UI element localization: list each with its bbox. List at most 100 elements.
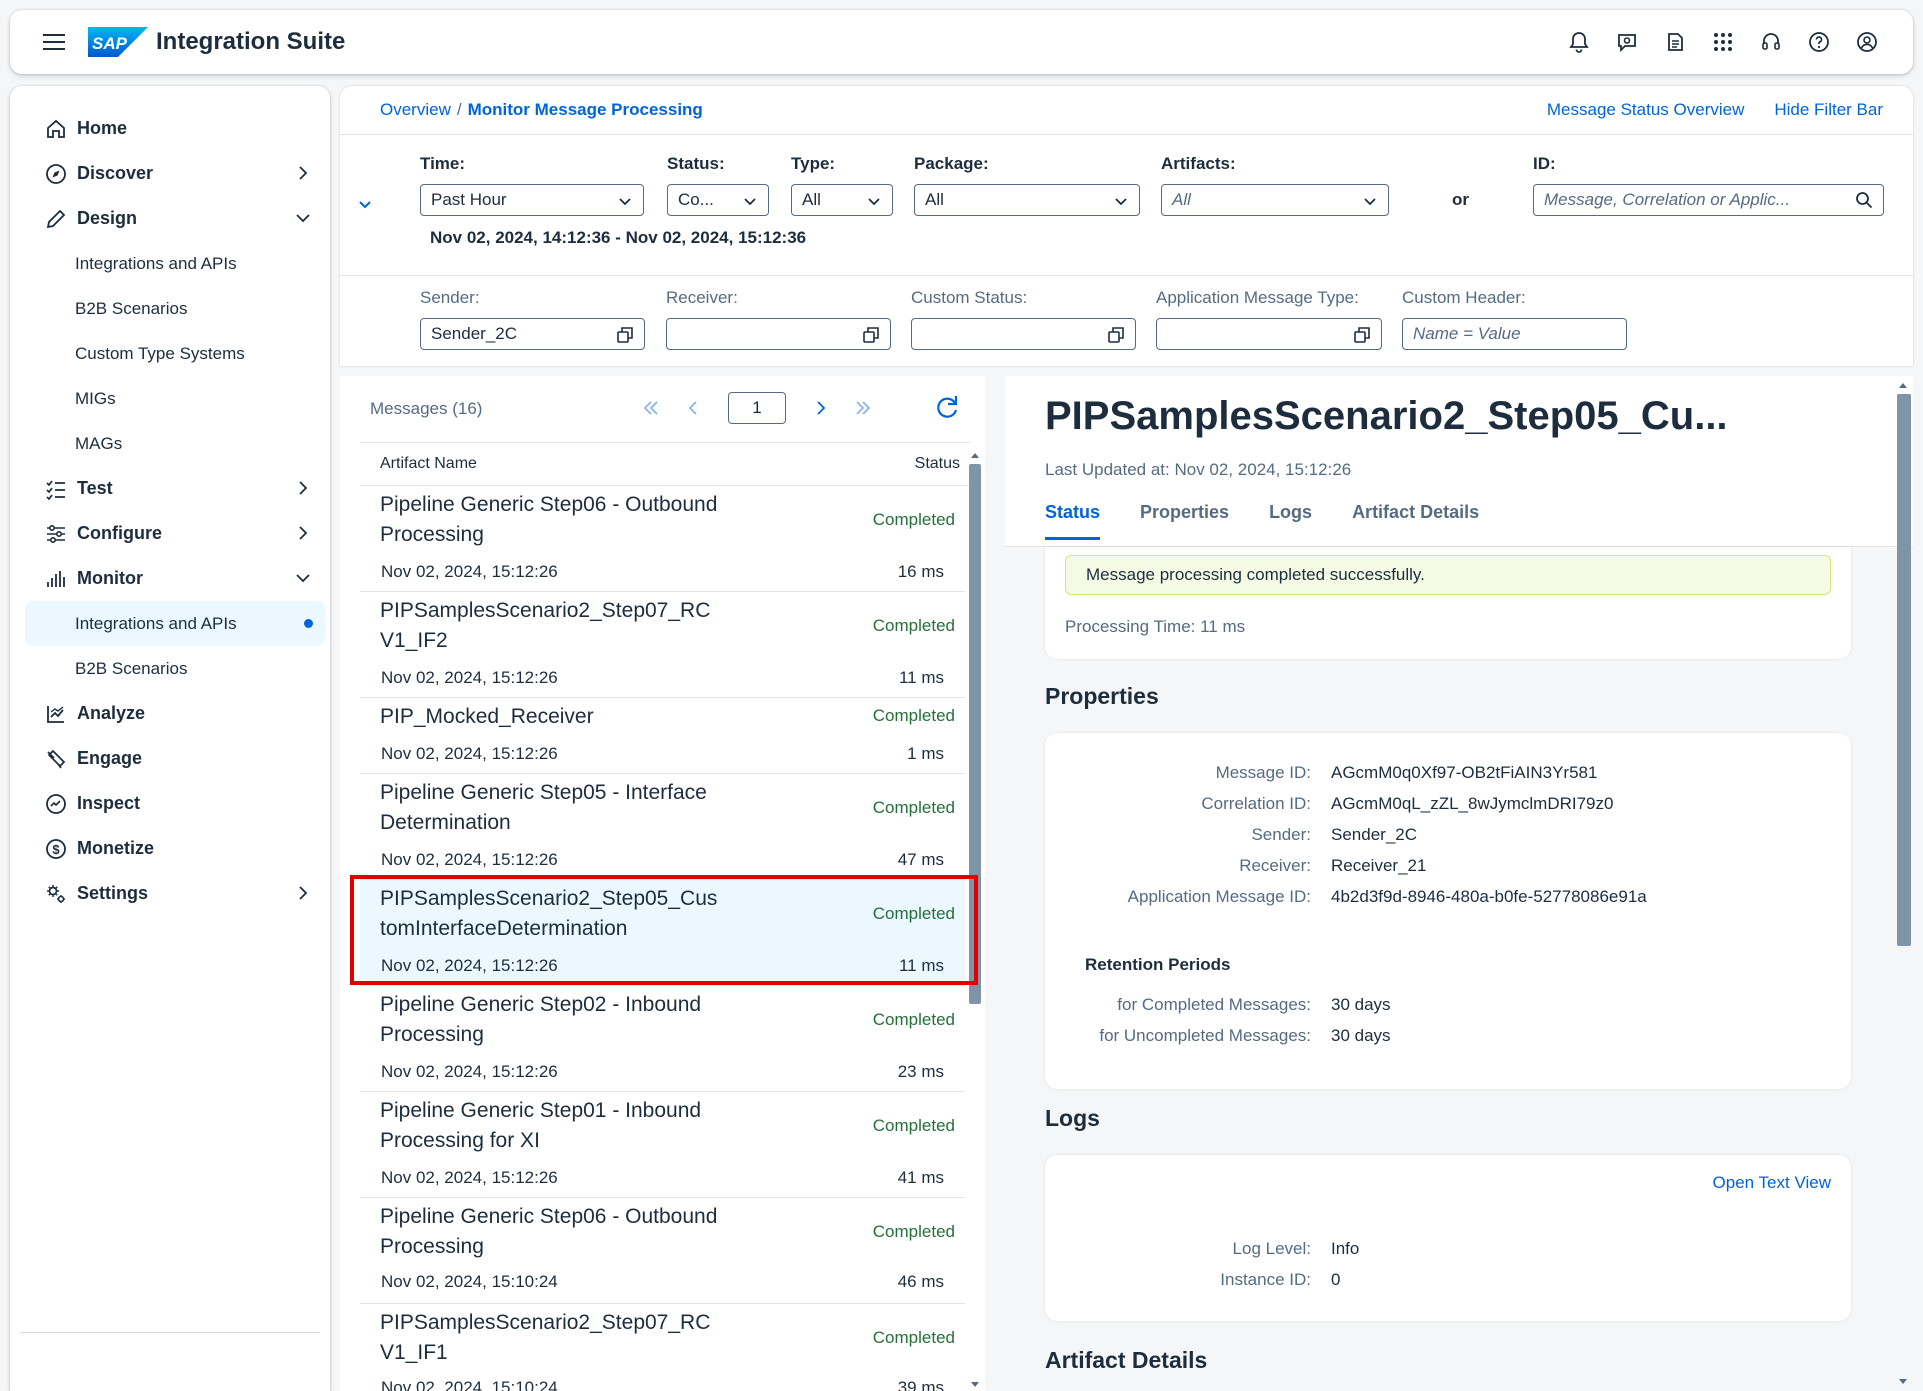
line-chart-icon (43, 701, 69, 727)
chevron-down-icon (1115, 198, 1127, 206)
table-row[interactable]: Pipeline Generic Step01 - Inbound Proces… (360, 1092, 965, 1198)
side-navigation: Home Discover Design Integrations and AP… (10, 86, 330, 1391)
collapse-chevron-icon[interactable] (355, 194, 375, 214)
nav-item-configure[interactable]: Configure (25, 511, 325, 556)
chevron-down-icon (296, 574, 310, 583)
status-select[interactable]: Co... (667, 184, 769, 216)
dollar-icon: $ (43, 836, 69, 862)
scrollbar-thumb[interactable] (1897, 394, 1911, 946)
whats-new-icon[interactable] (1655, 22, 1695, 62)
nav-item-test[interactable]: Test (25, 466, 325, 511)
nav-item-monitor[interactable]: Monitor (25, 556, 325, 601)
logs-card: Open Text View Log Level: Info Instance … (1045, 1155, 1851, 1321)
artifacts-select[interactable]: All (1161, 184, 1389, 216)
value-help-icon[interactable] (616, 326, 634, 344)
custom-header-label: Custom Header: (1402, 288, 1526, 307)
package-label: Package: (914, 154, 989, 173)
table-row[interactable]: PIPSamplesScenario2_Step07_RC V1_IF1 Com… (360, 1304, 965, 1391)
properties-card: Message ID: AGcmM0q0Xf97-OB2tFiAIN3Yr581… (1045, 733, 1851, 1089)
support-icon[interactable] (1751, 22, 1791, 62)
nav-item-monetize[interactable]: $ Monetize (25, 826, 325, 871)
tab-properties[interactable]: Properties (1140, 502, 1229, 540)
table-row[interactable]: PIP_Mocked_Receiver Completed Nov 02, 20… (360, 698, 965, 774)
last-updated-text: Last Updated at: Nov 02, 2024, 15:12:26 (1045, 460, 1352, 479)
nav-item-discover[interactable]: Discover (25, 151, 325, 196)
time-select[interactable]: Past Hour (420, 184, 644, 216)
chevron-down-icon (619, 198, 631, 206)
filter-header: Overview / Monitor Message Processing Me… (340, 86, 1913, 366)
value-help-icon[interactable] (1107, 326, 1125, 344)
nav-sub-migs[interactable]: MIGs (25, 376, 325, 421)
column-artifact-name[interactable]: Artifact Name (380, 455, 477, 473)
engage-icon (43, 746, 69, 772)
value-help-icon[interactable] (862, 326, 880, 344)
feedback-icon[interactable] (1607, 22, 1647, 62)
table-row[interactable]: PIPSamplesScenario2_Step07_RC V1_IF2 Com… (360, 592, 965, 698)
refresh-icon[interactable] (932, 392, 962, 422)
id-search-input[interactable]: Message, Correlation or Applic... (1533, 184, 1884, 216)
nav-sub-mags[interactable]: MAGs (25, 421, 325, 466)
help-icon[interactable] (1799, 22, 1839, 62)
next-page-icon[interactable] (800, 390, 842, 426)
success-message-strip: Message processing completed successfull… (1065, 555, 1831, 595)
nav-item-home[interactable]: Home (25, 106, 325, 151)
custom-status-input[interactable] (911, 318, 1136, 350)
nav-item-settings[interactable]: Settings (25, 871, 325, 916)
receiver-input[interactable] (666, 318, 891, 350)
breadcrumb-overview-link[interactable]: Overview (380, 100, 451, 120)
nav-sub-custom-type-systems[interactable]: Custom Type Systems (25, 331, 325, 376)
retention-periods-title: Retention Periods (1085, 955, 1231, 974)
page-number-input[interactable]: 1 (728, 392, 786, 424)
hide-filter-bar-link[interactable]: Hide Filter Bar (1774, 100, 1883, 120)
nav-sub-design-integrations[interactable]: Integrations and APIs (25, 241, 325, 286)
apps-icon[interactable] (1703, 22, 1743, 62)
list-scrollbar[interactable] (967, 450, 981, 1390)
compass-icon (43, 161, 69, 187)
instance-id-value: 0 (1331, 1270, 1341, 1289)
time-label: Time: (420, 154, 466, 173)
chevron-right-icon (299, 526, 308, 540)
nav-sub-monitor-b2b[interactable]: B2B Scenarios (25, 646, 325, 691)
nav-item-analyze[interactable]: Analyze (25, 691, 325, 736)
sap-logo[interactable]: SAP (88, 27, 148, 57)
value-help-icon[interactable] (1353, 326, 1371, 344)
package-select[interactable]: All (914, 184, 1140, 216)
properties-section-title: Properties (1045, 683, 1159, 709)
table-row-selected[interactable]: PIPSamplesScenario2_Step05_Cus tomInterf… (360, 880, 965, 986)
previous-page-icon[interactable] (672, 390, 714, 426)
search-icon[interactable] (1855, 191, 1873, 209)
message-status-overview-link[interactable]: Message Status Overview (1547, 100, 1744, 120)
custom-header-input[interactable]: Name = Value (1402, 318, 1627, 350)
tab-artifact-details[interactable]: Artifact Details (1352, 502, 1479, 540)
home-icon (43, 116, 69, 142)
detail-scrollbar[interactable] (1893, 376, 1913, 1391)
chevron-down-icon (744, 198, 756, 206)
table-row[interactable]: Pipeline Generic Step06 - Outbound Proce… (360, 1198, 965, 1304)
type-select[interactable]: All (791, 184, 893, 216)
nav-item-engage[interactable]: Engage (25, 736, 325, 781)
tab-status[interactable]: Status (1045, 502, 1101, 540)
svg-text:SAP: SAP (92, 34, 128, 53)
sender-input[interactable]: Sender_2C (420, 318, 645, 350)
last-page-icon[interactable] (842, 390, 884, 426)
nav-item-inspect[interactable]: Inspect (25, 781, 325, 826)
hamburger-menu-icon[interactable] (34, 22, 74, 62)
checklist-icon (43, 476, 69, 502)
tab-logs[interactable]: Logs (1269, 502, 1312, 540)
scrollbar-thumb[interactable] (969, 464, 981, 1004)
nav-sub-design-b2b[interactable]: B2B Scenarios (25, 286, 325, 331)
open-text-view-link[interactable]: Open Text View (1713, 1173, 1831, 1193)
table-row[interactable]: Pipeline Generic Step02 - Inbound Proces… (360, 986, 965, 1092)
nav-sub-monitor-integrations[interactable]: Integrations and APIs (25, 601, 325, 646)
pencil-icon (43, 206, 69, 232)
app-message-type-input[interactable] (1156, 318, 1382, 350)
custom-status-label: Custom Status: (911, 288, 1028, 307)
user-icon[interactable] (1847, 22, 1887, 62)
selected-indicator (304, 619, 313, 628)
first-page-icon[interactable] (630, 390, 672, 426)
bell-icon[interactable] (1559, 22, 1599, 62)
table-row[interactable]: Pipeline Generic Step05 - Interface Dete… (360, 774, 965, 880)
nav-item-design[interactable]: Design (25, 196, 325, 241)
column-status[interactable]: Status (915, 455, 960, 473)
table-row[interactable]: Pipeline Generic Step06 - Outbound Proce… (360, 486, 965, 592)
